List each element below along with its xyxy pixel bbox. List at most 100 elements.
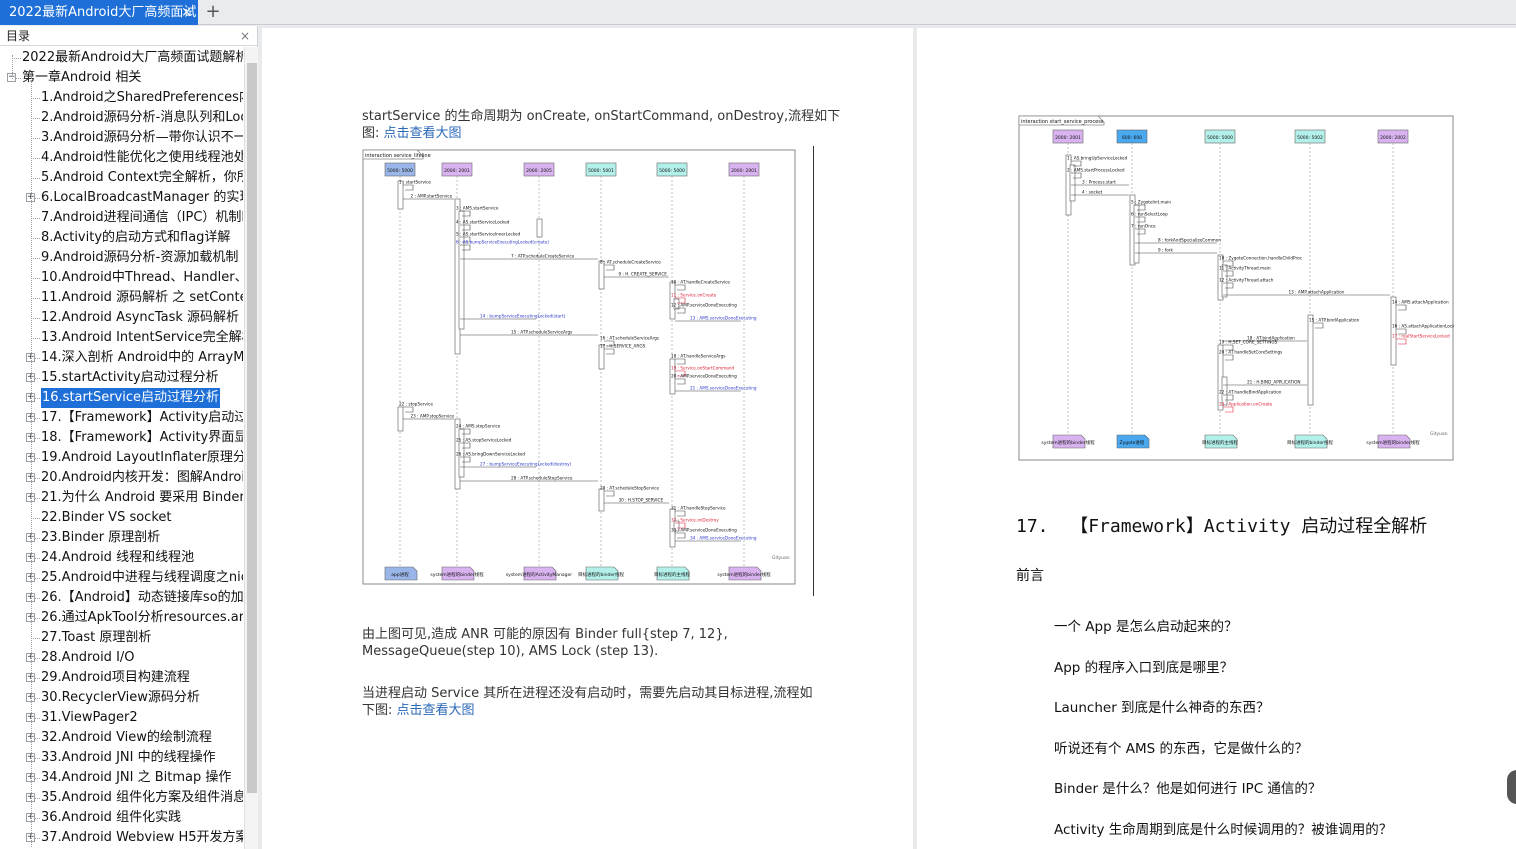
toc-item[interactable]: 3.Android源码分析—带你认识不一样 [0, 128, 243, 148]
message-label: 17 : H.SERVICE_ARGS [600, 344, 646, 349]
toc-item[interactable]: +36.Android 组件化实践 [0, 808, 243, 828]
activation-bar [397, 180, 404, 210]
toc-item-label: 18.【Framework】Activity界面显示全 [41, 430, 243, 445]
lifeline-label: 2000: 2001 [731, 168, 757, 174]
sequence-diagram-right: interaction start_service_process 2000: 2… [1018, 115, 1460, 461]
message-label: 11 : Service.onCreate [671, 293, 717, 298]
toc-item-label: 5.Android Context完全解析，你所不 [41, 170, 243, 185]
lifeline-label: 2000: 2001 [1055, 135, 1081, 141]
message-label: 14 : AMS.attachApplication [1392, 300, 1449, 305]
toc-item[interactable]: 2022最新Android大厂高频面试题解析大 [0, 48, 243, 68]
lifeline-label: 2000: 2001 [444, 168, 470, 174]
toc-item[interactable]: − 第一章Android 相关 [0, 68, 243, 88]
toc-item[interactable]: +19.Android LayoutInflater原理分析, [0, 448, 243, 468]
lifeline-label: 5000: 5000 [1207, 135, 1233, 141]
toc-item[interactable]: 12.Android AsyncTask 源码解析 [0, 308, 243, 328]
close-tab-icon[interactable]: × [181, 0, 192, 25]
toc-item[interactable]: 8.Activity的启动方式和flag详解 [0, 228, 243, 248]
new-tab-button[interactable]: + [204, 1, 222, 23]
toc-item[interactable]: 11.Android 源码解析 之 setContent [0, 288, 243, 308]
message-label: 21 : AMS.serviceDoneExecuting [690, 386, 757, 391]
toc-sidebar: 目录 × 2022最新Android大厂高频面试题解析大 − 第一章Android … [0, 26, 258, 849]
toc-item[interactable]: +24.Android 线程和线程池 [0, 548, 243, 568]
toc-item-label: 11.Android 源码解析 之 setContent [41, 290, 243, 305]
toc-item[interactable]: 7.Android进程间通信（IPC）机制Bir [0, 208, 243, 228]
toc-item[interactable]: 2.Android源码分析-消息队列和Loop [0, 108, 243, 128]
paragraph-3-line-1: 当进程启动 Service 其所在进程还没有启动时，需要先启动其目标进程,流程如 [362, 686, 813, 701]
toc-item[interactable]: 4.Android性能优化之使用线程池处理 [0, 148, 243, 168]
message-label: 3 : AMS.startService [456, 206, 499, 211]
toc-item[interactable]: +17.【Framework】Activity启动过程全 [0, 408, 243, 428]
toc-item[interactable]: 13.Android IntentService完全解析 当 [0, 328, 243, 348]
message-label: 22 : stopService [399, 402, 433, 407]
paragraph-3-line-2: 下图: 点击查看大图 [362, 702, 812, 719]
lifeline-label: 5000: 5000 [659, 168, 685, 174]
toc-item[interactable]: +32.Android View的绘制流程 [0, 728, 243, 748]
document-page-right: interaction start_service_process 2000: 2… [917, 28, 1516, 849]
toc-header: 目录 × [0, 26, 257, 46]
toc-item[interactable]: 22.Binder VS socket [0, 508, 243, 528]
message-label: 30 : H.STOP_SERVICE [619, 498, 664, 503]
toc-item[interactable]: +23.Binder 原理剖析 [0, 528, 243, 548]
toc-item[interactable]: +29.Android项目构建流程 [0, 668, 243, 688]
toc-item[interactable]: +21.为什么 Android 要采用 Binder 作 [0, 488, 243, 508]
view-large-image-link[interactable]: 点击查看大图 [384, 126, 462, 141]
message-label: 1 : startService [399, 180, 431, 185]
activation-bar [598, 344, 605, 370]
question-item: Binder 是什么？他是如何进行 IPC 通信的？ [1054, 781, 1322, 798]
toc-item[interactable]: +18.【Framework】Activity界面显示全 [0, 428, 243, 448]
toc-item-label: 12.Android AsyncTask 源码解析 [41, 310, 240, 325]
toc-item[interactable]: 9.Android源码分析-资源加载机制 [0, 248, 243, 268]
message-label: 27 : bumpServiceExecutingLocked(destroy) [480, 462, 572, 467]
message-label: 18 : AT.handleServiceArgs [671, 354, 725, 359]
question-item: App 的程序入口到底是哪里？ [1054, 659, 1234, 676]
floating-scroll-handle[interactable] [1507, 770, 1516, 804]
toc-item[interactable]: +30.RecyclerView源码分析 [0, 688, 243, 708]
question-item: 一个 App 是怎么启动起来的？ [1054, 619, 1238, 635]
toc-item[interactable]: +31.ViewPager2 [0, 708, 243, 728]
toc-item[interactable]: +15.startActivity启动过程分析 [0, 368, 243, 388]
message-label: 3 : Process.start [1082, 180, 1116, 185]
toc-item[interactable]: +26.【Android】动态链接库so的加载 [0, 588, 243, 608]
toc-item[interactable]: +35.Android 组件化方案及组件消息总 [0, 788, 243, 808]
sequence-diagram-left: interaction service_lifeline 5000: 5000 ap… [362, 149, 796, 585]
paragraph-2-line-1: 由上图可见,造成 ANR 可能的原因有 Binder full{step 7, … [362, 627, 728, 642]
paragraph-1: startService 的生命周期为 onCreate, onStartCom… [362, 108, 840, 142]
message-label: 13 : AMP.attachApplication [1289, 290, 1345, 295]
legend-label: system进程的binder线程 [1366, 439, 1420, 446]
toc-item[interactable]: +20.Android内核开发：图解Android系 [0, 468, 243, 488]
toc-scrollbar[interactable] [244, 47, 258, 849]
close-sidebar-icon[interactable]: × [240, 26, 250, 46]
toc-item[interactable]: +37.Android Webview H5开发方案 [0, 828, 243, 848]
diagram-frame-title: interaction service_lifeline [365, 153, 431, 159]
toc-item[interactable]: +34.Android JNI 之 Bitmap 操作 [0, 768, 243, 788]
document-page-left: startService 的生命周期为 onCreate, onStartCom… [262, 28, 913, 849]
paragraph-1-line-1: startService 的生命周期为 onCreate, onStartCom… [362, 109, 841, 124]
toc-item[interactable]: 1.Android之SharedPreferences内部 [0, 88, 243, 108]
toc-item[interactable]: +33.Android JNI 中的线程操作 [0, 748, 243, 768]
toc-item[interactable]: +25.Android中进程与线程调度之nice [0, 568, 243, 588]
toc-item-label: 37.Android Webview H5开发方案 [41, 830, 243, 845]
tree-line [31, 77, 32, 847]
toc-item[interactable]: 10.Android中Thread、Handler、Lo [0, 268, 243, 288]
toc-item[interactable]: +14.深入剖析 Android中的 ArrayMap [0, 348, 243, 368]
lifeline-label: 2000: 2005 [526, 168, 552, 174]
message-label: 25 : AS.stopServiceLocked [456, 438, 512, 443]
toc-item[interactable]: +26.通过ApkTool分析resources.arsc [0, 608, 243, 628]
lifeline-label: 5000: 5001 [588, 168, 614, 174]
paragraph-3: 当进程启动 Service 其所在进程还没有启动时，需要先启动其目标进程,流程如… [362, 685, 812, 719]
legend-label: 目标进程的binder线程 [1287, 439, 1333, 446]
toc-item-label: 2022最新Android大厂高频面试题解析大 [22, 50, 243, 65]
toc-scroll-thumb[interactable] [247, 63, 257, 793]
tab-document[interactable]: 2022最新Android大厂高频面试 × [0, 0, 198, 25]
toc-item[interactable]: +16.startService启动过程分析 [0, 388, 243, 408]
toc-item[interactable]: 5.Android Context完全解析，你所不 [0, 168, 243, 188]
view-large-image-link-2[interactable]: 点击查看大图 [397, 703, 475, 718]
toc-item[interactable]: +28.Android I/O [0, 648, 243, 668]
toc-item-label: 31.ViewPager2 [41, 710, 138, 725]
toc-item[interactable]: +6.LocalBroadcastManager 的实现原 [0, 188, 243, 208]
message-label: 17 : realStartServiceLocked [1392, 334, 1450, 339]
toc-item[interactable]: 27.Toast 原理剖析 [0, 628, 243, 648]
legend-label: system进程的ActivityManager [506, 571, 572, 578]
paragraph-2-line-2: MessageQueue(step 10), AMS Lock (step 13… [362, 644, 659, 659]
